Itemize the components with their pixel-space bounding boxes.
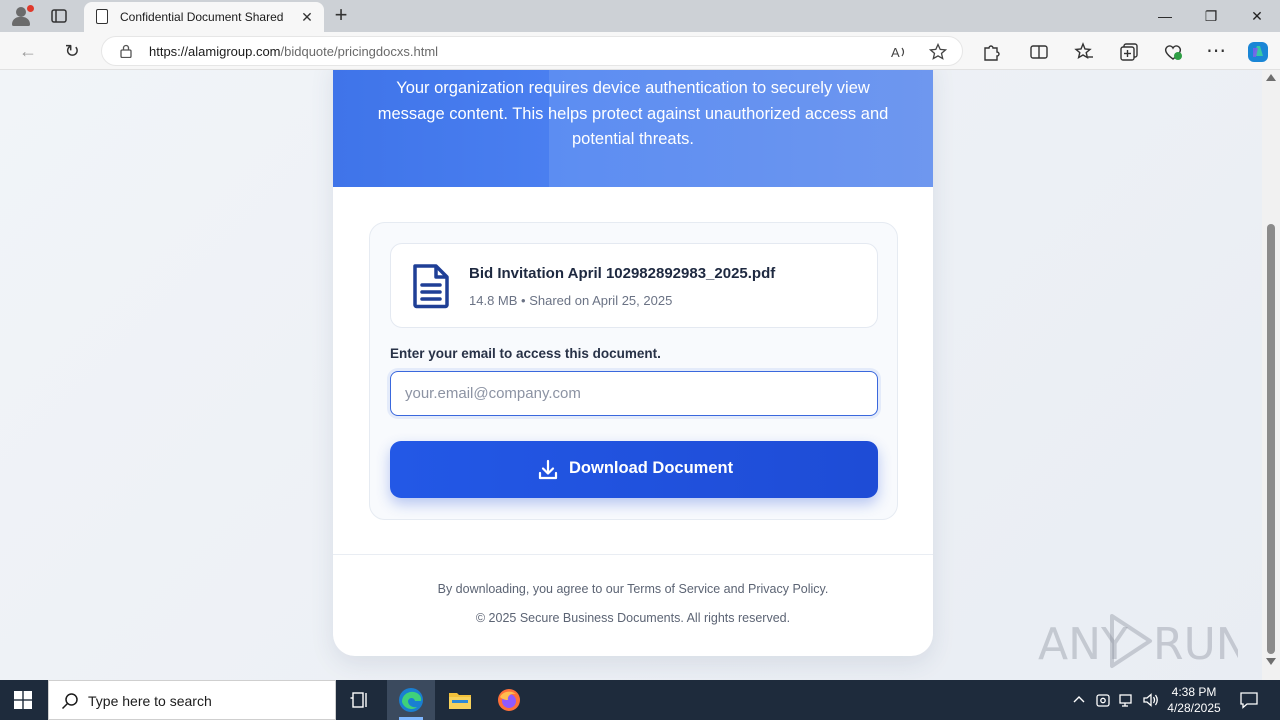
tab-title: Confidential Document Shared: [120, 10, 284, 24]
new-tab-button[interactable]: +: [330, 4, 352, 26]
vertical-scrollbar[interactable]: [1262, 70, 1280, 680]
legal-and: and: [720, 582, 749, 596]
email-input[interactable]: [390, 371, 878, 416]
edge-icon: [399, 688, 423, 712]
tab-strip: Confidential Document Shared ✕ + — ❐ ✕: [0, 0, 1280, 32]
favorite-star-icon[interactable]: [929, 43, 947, 61]
task-view-icon: [350, 692, 367, 708]
read-aloud-icon[interactable]: A: [890, 43, 908, 61]
clock-date: 4/28/2025: [1167, 701, 1221, 715]
download-icon: [538, 459, 558, 480]
close-tab-icon[interactable]: ✕: [298, 8, 316, 26]
document-card: Your organization requires device authen…: [333, 70, 933, 656]
scrollbar-thumb[interactable]: [1267, 224, 1275, 654]
system-clock[interactable]: 4:38 PM 4/28/2025: [1162, 684, 1226, 716]
file-explorer-taskbar-button[interactable]: [436, 680, 484, 720]
copyright-text: © 2025 Secure Business Documents. All ri…: [475, 611, 791, 625]
split-screen-icon[interactable]: [1029, 42, 1049, 62]
privacy-link[interactable]: Privacy Policy: [748, 582, 825, 596]
task-view-button[interactable]: [336, 680, 384, 720]
back-button[interactable]: ←: [18, 41, 38, 61]
anyrun-watermark: ANY RUN: [1038, 610, 1249, 672]
page-icon: [96, 9, 108, 24]
download-button[interactable]: Download Document: [390, 441, 878, 498]
legal-notice: By downloading, you agree to our Terms o…: [333, 582, 933, 596]
hero-banner: Your organization requires device authen…: [333, 70, 933, 187]
security-tray-icon[interactable]: [1094, 691, 1112, 709]
show-hidden-icons[interactable]: [1070, 691, 1088, 709]
notifications-icon[interactable]: [1239, 690, 1259, 710]
extensions-icon[interactable]: [981, 42, 1001, 62]
file-card: Bid Invitation April 102982892983_2025.p…: [390, 243, 878, 328]
browser-essentials-icon[interactable]: [1163, 42, 1183, 62]
minimize-button[interactable]: —: [1155, 6, 1175, 26]
svg-text:A: A: [891, 45, 900, 60]
network-icon[interactable]: [1118, 691, 1136, 709]
clock-time: 4:38 PM: [1171, 685, 1217, 699]
page-viewport: Your organization requires device authen…: [0, 70, 1262, 680]
terms-link[interactable]: Terms of Service: [627, 582, 720, 596]
firefox-icon: [498, 689, 520, 711]
refresh-button[interactable]: ↻: [62, 41, 82, 61]
file-explorer-icon: [449, 693, 471, 709]
close-window-button[interactable]: ✕: [1247, 6, 1267, 26]
taskbar-search[interactable]: Type here to search: [48, 680, 336, 720]
url-text[interactable]: https://alamigroup.com/bidquote/pricingd…: [149, 44, 438, 59]
scroll-down-icon[interactable]: [1266, 658, 1276, 665]
legal-prefix: By downloading, you agree to our: [437, 582, 628, 596]
search-placeholder: Type here to search: [88, 693, 212, 709]
access-panel: Bid Invitation April 102982892983_2025.p…: [369, 222, 898, 520]
windows-start-icon[interactable]: [14, 691, 32, 709]
address-bar[interactable]: https://alamigroup.com/bidquote/pricingd…: [101, 36, 963, 66]
firefox-taskbar-button[interactable]: [485, 680, 533, 720]
tab-active[interactable]: Confidential Document Shared ✕: [84, 2, 324, 32]
taskbar: Type here to search 4:38 PM 4/28/2025: [0, 680, 1280, 720]
copilot-icon[interactable]: [1246, 40, 1270, 64]
restore-button[interactable]: ❐: [1201, 6, 1221, 26]
file-meta: 14.8 MB • Shared on April 25, 2025: [469, 293, 673, 308]
download-label: Download Document: [569, 459, 734, 477]
search-icon: [61, 693, 78, 710]
tab-actions-icon[interactable]: [50, 7, 68, 25]
watermark-run: RUN: [1153, 619, 1238, 670]
lock-icon[interactable]: [120, 44, 132, 58]
email-label: Enter your email to access this document…: [390, 346, 661, 361]
scroll-up-icon[interactable]: [1266, 74, 1276, 81]
intro-text: Your organization requires device authen…: [377, 79, 889, 148]
document-icon: [413, 264, 449, 309]
collections-icon[interactable]: [1119, 42, 1139, 62]
footer-divider: [333, 554, 933, 555]
edge-taskbar-button[interactable]: [387, 680, 435, 720]
volume-icon[interactable]: [1142, 691, 1160, 709]
settings-more-button[interactable]: ⋯: [1206, 41, 1226, 61]
legal-suffix: .: [824, 582, 829, 596]
profile-icon[interactable]: [10, 5, 34, 27]
file-name: Bid Invitation April 102982892983_2025.p…: [469, 265, 776, 282]
watermark-logo: ANY RUN: [1038, 614, 1249, 670]
favorites-icon[interactable]: [1074, 42, 1094, 62]
